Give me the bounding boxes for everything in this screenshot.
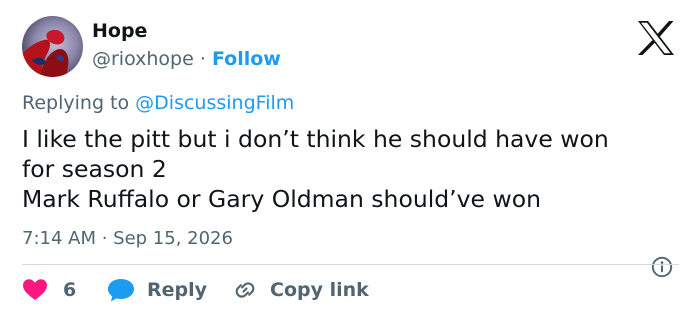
info-icon[interactable] (651, 256, 673, 278)
author-name[interactable]: Hope (92, 20, 147, 42)
author-handle-row: @rioxhope · Follow (92, 48, 281, 70)
tweet-timestamp[interactable]: 7:14 AM · Sep 15, 2026 (22, 228, 233, 249)
tweet-line: Mark Ruffalo or Gary Oldman should’ve wo… (22, 185, 541, 213)
likes-count: 6 (63, 279, 77, 301)
divider (22, 264, 679, 265)
author-handle[interactable]: @rioxhope (92, 48, 194, 70)
heart-icon (23, 279, 47, 300)
tweet-text: I like the pitt but i don’t think he sho… (22, 124, 682, 214)
link-icon (235, 282, 255, 298)
copy-link-button[interactable]: Copy link (233, 278, 369, 302)
avatar[interactable] (22, 16, 83, 77)
follow-button[interactable]: Follow (212, 48, 281, 70)
reply-button[interactable]: Reply (107, 278, 207, 302)
tweet-line: I like the pitt but i don’t think he sho… (22, 125, 609, 153)
replying-to-label: Replying to (22, 92, 130, 114)
like-button[interactable]: 6 (22, 278, 76, 302)
tweet-line: for season 2 (22, 155, 167, 183)
replying-to-mention[interactable]: @DiscussingFilm (135, 92, 294, 114)
copy-link-label: Copy link (270, 279, 369, 301)
avatar-image (22, 16, 83, 77)
x-logo-icon[interactable] (636, 20, 676, 56)
replying-to: Replying to @DiscussingFilm (22, 92, 294, 114)
reply-label: Reply (147, 279, 208, 301)
speech-bubble-icon (108, 279, 134, 302)
separator-dot: · (199, 48, 206, 70)
